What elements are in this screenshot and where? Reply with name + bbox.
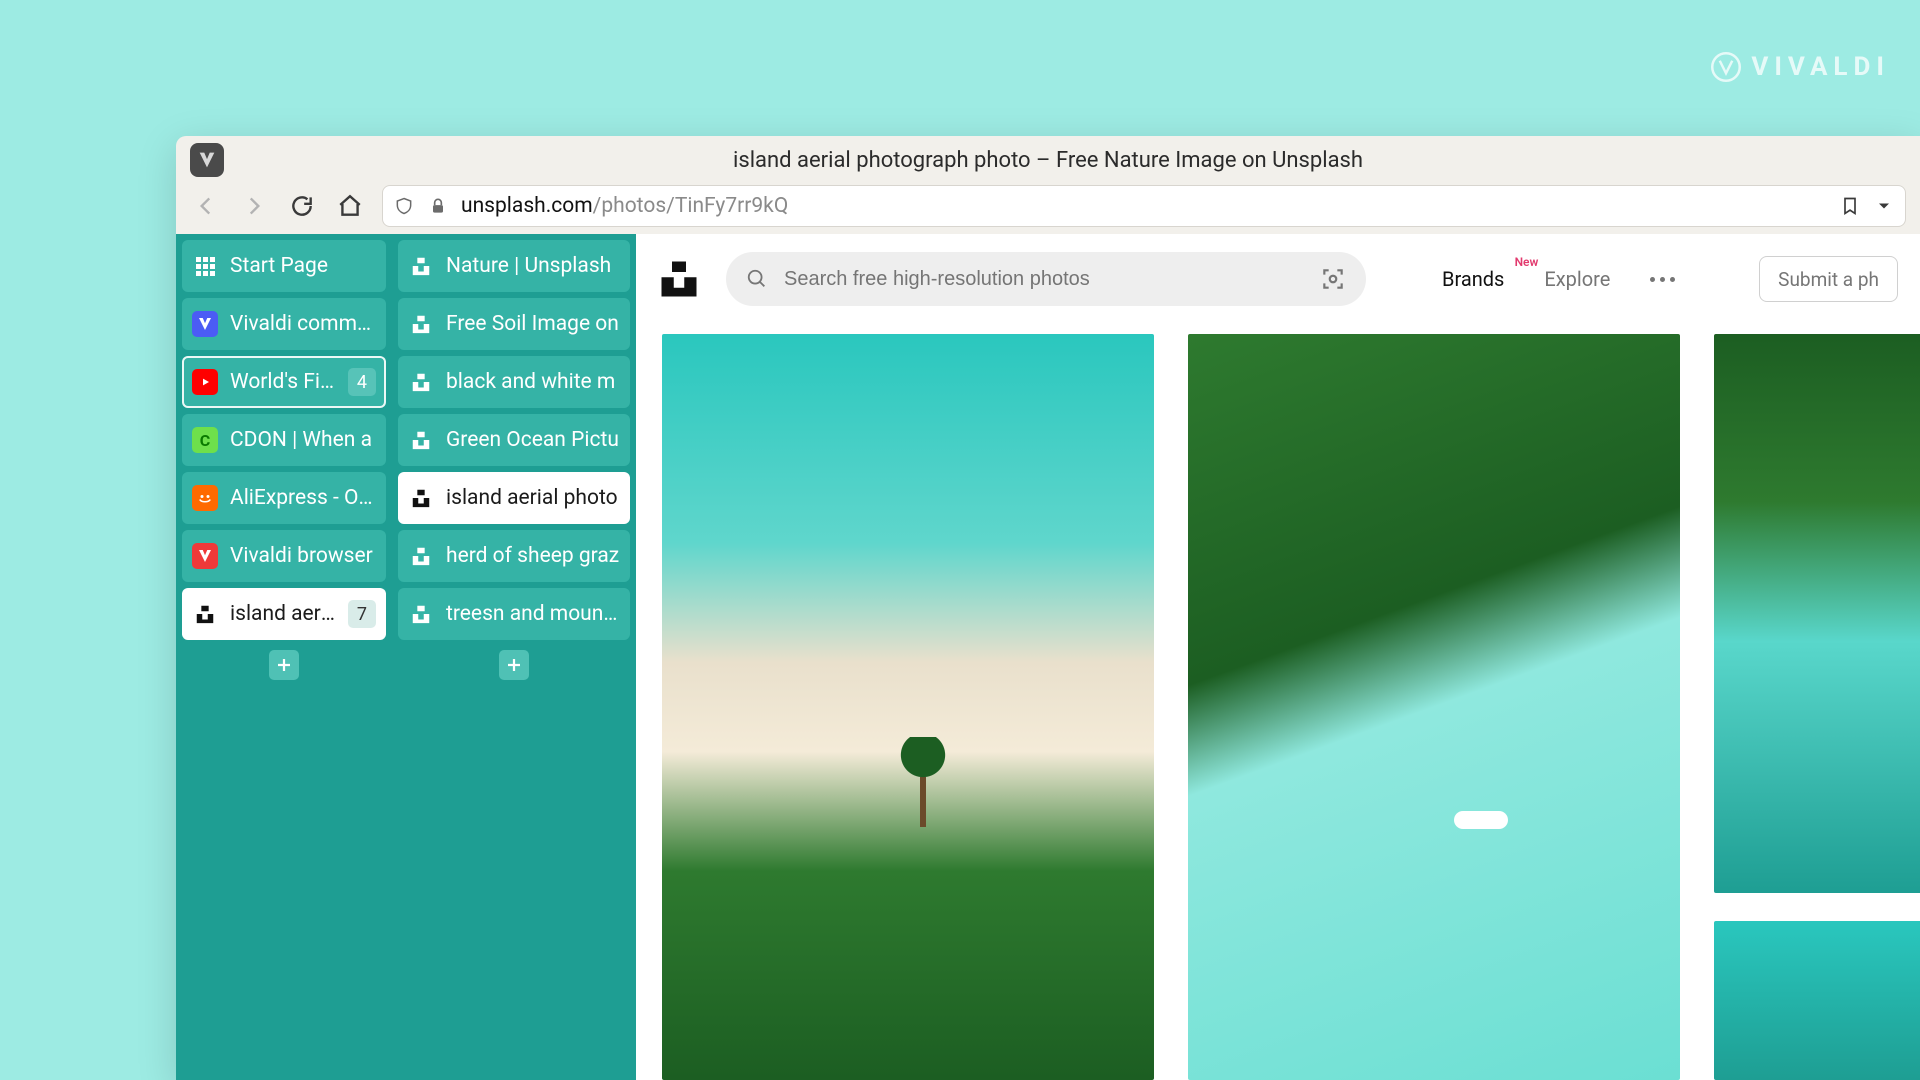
header-links: Brands New Explore [1442,267,1675,291]
visual-search-icon[interactable] [1320,266,1346,292]
tab-stack-count: 4 [348,368,376,396]
new-badge: New [1515,255,1539,269]
tab-label: Start Page [230,254,376,278]
unsplash-logo-icon[interactable] [658,258,700,300]
unsplash-favicon-icon [408,369,434,395]
tab-label: island aerial photo [446,486,620,510]
photo-thumbnail[interactable] [1188,334,1680,1080]
unsplash-favicon-icon [408,543,434,569]
chevron-left-icon [193,193,219,219]
tab-label: CDON | When a [230,428,376,452]
tab-label: Nature | Unsplash [446,254,620,278]
unsplash-favicon-icon [408,601,434,627]
tab-stack-count: 7 [348,600,376,628]
unsplash-favicon-icon [192,601,218,627]
home-icon [337,193,363,219]
reload-button[interactable] [280,186,324,226]
forward-button[interactable] [232,186,276,226]
vivaldi-logo-icon [1711,52,1741,82]
shield-icon [393,195,415,217]
tab-label: island aerial [230,602,336,626]
tab-start-page[interactable]: Start Page [182,240,386,292]
search-input[interactable] [784,268,1304,291]
tab-nature[interactable]: Nature | Unsplash [398,240,630,292]
tab-label: World's Firs [230,370,336,394]
plus-icon [275,656,293,674]
site-header: Brands New Explore Submit a ph [636,234,1920,324]
bookmark-button[interactable] [1839,195,1861,217]
unsplash-favicon-icon [408,253,434,279]
url-text: unsplash.com/photos/TinFy7rr9kQ [461,194,788,218]
grid-icon [192,253,218,279]
window-title: island aerial photograph photo – Free Na… [176,148,1920,173]
more-menu-icon[interactable] [1650,277,1675,282]
youtube-favicon-icon [192,369,218,395]
photo-thumbnail[interactable] [662,334,1154,1080]
nav-explore[interactable]: Explore [1544,267,1610,291]
address-dropdown-button[interactable] [1873,195,1895,217]
reload-icon [289,193,315,219]
tab-label: Vivaldi browser [230,544,376,568]
unsplash-favicon-icon [408,311,434,337]
tab-stack-column-a: Start Page Vivaldi commun World's Firs 4… [176,234,392,1080]
tab-trees[interactable]: treesn and mounta [398,588,630,640]
tab-label: treesn and mounta [446,602,620,626]
tab-stack-column-b: Nature | Unsplash Free Soil Image on bla… [392,234,636,1080]
tab-bw[interactable]: black and white m [398,356,630,408]
vivaldi-red-favicon-icon [192,543,218,569]
browser-window: island aerial photograph photo – Free Na… [176,136,1920,1080]
tab-aliexpress[interactable]: AliExpress - Onli [182,472,386,524]
nav-brands[interactable]: Brands New [1442,267,1504,291]
photo-thumbnail[interactable] [1714,334,1920,893]
title-bar: island aerial photograph photo – Free Na… [176,136,1920,184]
vivaldi-favicon-icon [192,311,218,337]
cdon-favicon-icon: C [192,427,218,453]
tab-label: Free Soil Image on [446,312,620,336]
url-path: /photos/TinFy7rr9kQ [593,194,789,218]
back-button[interactable] [184,186,228,226]
tab-label: AliExpress - Onli [230,486,376,510]
vivaldi-icon [196,149,218,171]
chevron-right-icon [241,193,267,219]
tab-vivaldi-community[interactable]: Vivaldi commun [182,298,386,350]
tab-island-group[interactable]: island aerial 7 [182,588,386,640]
address-bar[interactable]: unsplash.com/photos/TinFy7rr9kQ [382,185,1906,227]
lock-icon [427,195,449,217]
new-tab-button-a[interactable] [269,650,299,680]
new-tab-button-b[interactable] [499,650,529,680]
unsplash-favicon-icon [408,485,434,511]
unsplash-favicon-icon [408,427,434,453]
search-icon [746,268,768,290]
tab-youtube[interactable]: World's Firs 4 [182,356,386,408]
vivaldi-watermark: VIVALDI [1711,52,1890,82]
tab-green-ocean[interactable]: Green Ocean Pictu [398,414,630,466]
submit-photo-button[interactable]: Submit a ph [1759,256,1898,302]
photo-thumbnail[interactable] [1714,921,1920,1080]
search-box[interactable] [726,252,1366,306]
vivaldi-menu-button[interactable] [190,143,224,177]
tab-label: herd of sheep graz [446,544,620,568]
tab-label: Vivaldi commun [230,312,376,336]
tab-sheep[interactable]: herd of sheep graz [398,530,630,582]
plus-icon [505,656,523,674]
aliexpress-favicon-icon [192,485,218,511]
tab-label: black and white m [446,370,620,394]
navigation-toolbar: unsplash.com/photos/TinFy7rr9kQ [176,184,1920,234]
url-host: unsplash.com [461,194,593,218]
tab-label: Green Ocean Pictu [446,428,620,452]
watermark-text: VIVALDI [1751,52,1890,82]
tab-cdon[interactable]: C CDON | When a [182,414,386,466]
page-content: Brands New Explore Submit a ph [636,234,1920,1080]
photo-gallery [636,324,1920,1080]
home-button[interactable] [328,186,372,226]
tab-soil[interactable]: Free Soil Image on [398,298,630,350]
workspace: Start Page Vivaldi commun World's Firs 4… [176,234,1920,1080]
tab-island-active[interactable]: island aerial photo [398,472,630,524]
tab-vivaldi-browser[interactable]: Vivaldi browser [182,530,386,582]
